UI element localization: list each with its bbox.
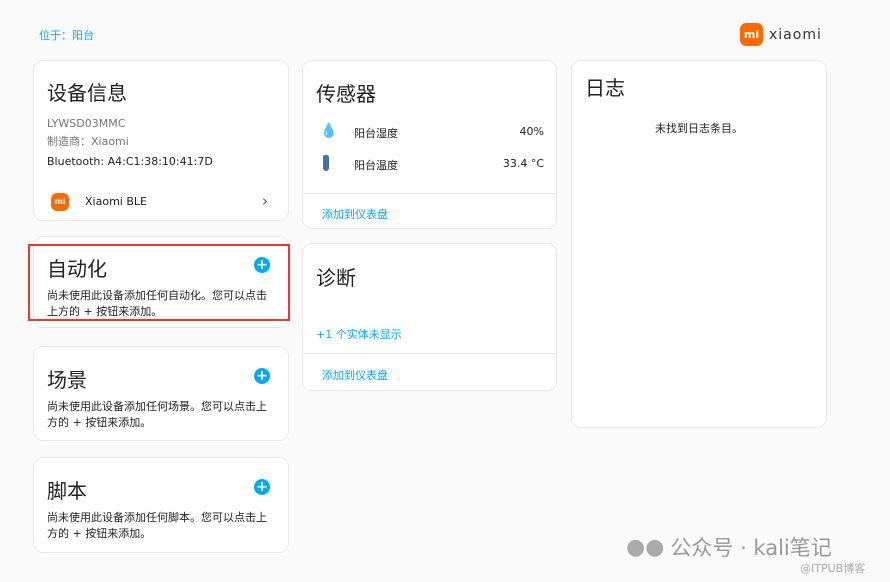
card-title: 场景: [47, 368, 87, 392]
device-manufacturer: 制造商：Xiaomi: [47, 135, 129, 148]
add-scene-button[interactable]: +: [254, 368, 270, 384]
sensors-card: 传感器 💧 阳台湿度 40% 阳台温度 33.4 °C 添加到仪表盘: [302, 60, 557, 229]
scene-card: 场景 + 尚未使用此设备添加任何场景。您可以点击上方的 + 按钮来添加。: [33, 346, 289, 441]
sensor-row-temperature[interactable]: 阳台温度 33.4 °C: [303, 153, 556, 175]
integration-xiaomi-ble[interactable]: mi Xiaomi BLE ›: [34, 187, 288, 217]
sensor-name: 阳台温度: [354, 159, 398, 172]
card-title: 日志: [585, 76, 625, 100]
add-script-button[interactable]: +: [254, 479, 270, 495]
card-title: 诊断: [316, 266, 356, 290]
device-info-card: 设备信息 LYWSD03MMC 制造商：Xiaomi Bluetooth: A4…: [33, 60, 289, 221]
divider: [303, 353, 556, 354]
watermark-text: 公众号 · kali笔记: [670, 536, 832, 560]
water-percent-icon: 💧: [320, 123, 338, 139]
card-title: 传感器: [316, 82, 376, 106]
scene-desc: 尚未使用此设备添加任何场景。您可以点击上方的 + 按钮来添加。: [47, 400, 267, 429]
script-card: 脚本 + 尚未使用此设备添加任何脚本。您可以点击上方的 + 按钮来添加。: [33, 457, 289, 553]
card-title: 设备信息: [47, 81, 127, 105]
sensor-name: 阳台湿度: [354, 127, 398, 140]
integration-name: Xiaomi BLE: [85, 195, 147, 208]
sensor-value: 40%: [519, 125, 544, 138]
add-to-dashboard-button[interactable]: 添加到仪表盘: [322, 367, 388, 383]
thermometer-icon: [323, 155, 329, 171]
device-model: LYWSD03MMC: [47, 117, 126, 130]
sensor-value: 33.4 °C: [502, 157, 544, 170]
log-card: 日志 未找到日志条目。: [571, 60, 827, 428]
brand-name: xiaomi: [769, 26, 822, 43]
mi-logo-icon: mi: [51, 193, 69, 211]
device-bluetooth: Bluetooth: A4:C1:38:10:41:7D: [47, 155, 213, 168]
mi-logo-icon: mi: [740, 23, 763, 46]
watermark-sub: @ITPUB博客: [800, 562, 866, 575]
divider: [303, 193, 556, 194]
diagnostics-card: 诊断 +1 个实体未显示 添加到仪表盘: [302, 243, 557, 391]
add-to-dashboard-button[interactable]: 添加到仪表盘: [322, 206, 388, 222]
highlight-box: [28, 244, 290, 321]
wechat-icon: ●●: [626, 534, 665, 560]
chevron-right-icon: ›: [262, 192, 268, 210]
watermark: ●● 公众号 · kali笔记: [626, 532, 832, 562]
sensor-row-humidity[interactable]: 💧 阳台湿度 40%: [303, 121, 556, 143]
log-empty-message: 未找到日志条目。: [655, 122, 743, 135]
brand-logo: mi xiaomi: [740, 23, 822, 46]
hidden-entities-link[interactable]: +1 个实体未显示: [316, 326, 402, 342]
card-title: 脚本: [47, 479, 87, 503]
breadcrumb-location[interactable]: 位于：阳台: [39, 27, 94, 43]
script-desc: 尚未使用此设备添加任何脚本。您可以点击上方的 + 按钮来添加。: [47, 511, 267, 540]
